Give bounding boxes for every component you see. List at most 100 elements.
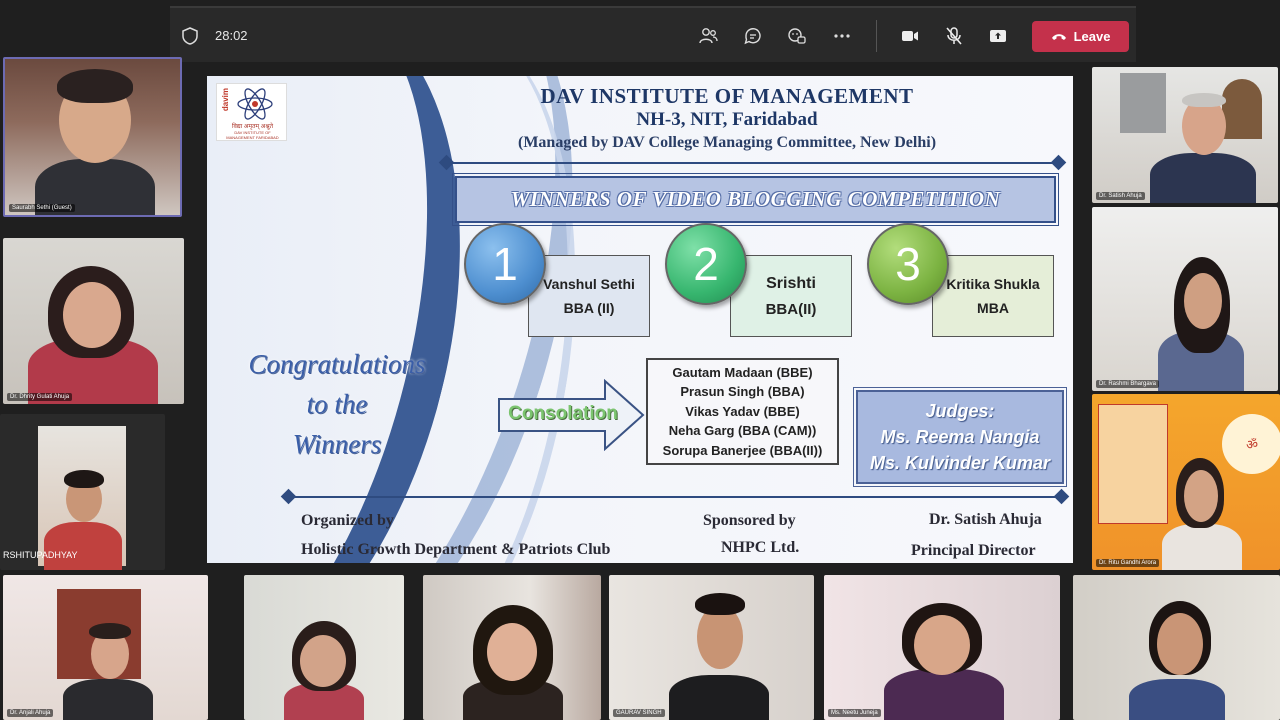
meeting-timer: 28:02 (215, 28, 248, 43)
participant-name: GAURAV SINGH (613, 709, 665, 717)
participant-face (914, 615, 970, 675)
participant-tile[interactable]: RSHITUPADHYAY (0, 414, 165, 570)
participant-face (1184, 470, 1218, 522)
camera-button[interactable] (896, 22, 924, 50)
share-button[interactable] (984, 22, 1012, 50)
participant-body (669, 675, 769, 720)
judge-name: Ms. Reema Nangia (880, 427, 1040, 447)
winner-name: Vanshul Sethi (543, 276, 635, 292)
winner-course: BBA (II) (563, 300, 615, 316)
rank-number: 2 (693, 238, 719, 290)
camera-icon (902, 31, 918, 41)
participant-name: Saurabh Sethi (Guest) (9, 204, 75, 212)
consolation-item: Prasun Singh (BBA) (680, 384, 805, 400)
participant-hair (1182, 93, 1226, 107)
winner-box-1: Vanshul Sethi BBA (II) (528, 255, 650, 337)
winners-banner-text: WINNERS OF VIDEO BLOGGING COMPETITION (510, 187, 1001, 211)
chat-button[interactable] (739, 22, 767, 50)
wall-frame (1120, 73, 1166, 133)
participant-face (63, 282, 121, 348)
participants-icon (699, 28, 718, 44)
participant-face (300, 635, 346, 687)
consolation-item: Neha Garg (BBA (CAM)) (668, 423, 817, 439)
om-symbol-icon: ॐ (1222, 414, 1280, 474)
rank-medal-1: 1 (464, 223, 546, 305)
logo-subtitle: DAV INSTITUTE OF MANAGEMENT FARIDABAD (226, 130, 279, 140)
participant-face (1184, 273, 1222, 329)
shield-icon (182, 27, 198, 45)
winner-box-2: Srishti BBA(II) (730, 255, 852, 337)
judges-title: Judges: (925, 401, 995, 421)
principal-title: Principal Director (911, 542, 1036, 559)
window-arch (1222, 79, 1262, 139)
sponsored-label: Sponsored by (703, 512, 796, 529)
meeting-toolbar: 28:02 Leave (170, 6, 1136, 62)
participant-hair (89, 623, 131, 639)
more-button[interactable] (828, 22, 856, 50)
participant-tile[interactable] (423, 575, 601, 720)
institute-name: DAV INSTITUTE OF MANAGEMENT (540, 84, 914, 108)
consolation-list: Gautam Madaan (BBE) Prasun Singh (BBA) V… (646, 358, 839, 465)
managed-by: (Managed by DAV College Managing Committ… (517, 134, 937, 151)
participant-tile[interactable]: Dr. Dhrity Gulati Ahuja (3, 238, 184, 404)
participant-tile[interactable]: Saurabh Sethi (Guest) (3, 57, 182, 217)
divider-diamond (1050, 154, 1067, 171)
leave-label: Leave (1073, 29, 1111, 44)
participant-body (44, 522, 122, 570)
phone-icon (1051, 33, 1066, 40)
leave-button[interactable]: Leave (1032, 21, 1129, 52)
congrats-line-2: to the (306, 389, 368, 419)
participant-body (63, 679, 153, 720)
top-divider (447, 162, 1059, 164)
rank-number: 3 (895, 238, 921, 290)
consolation-item: Vikas Yadav (BBE) (685, 403, 800, 419)
mic-off-icon (946, 27, 962, 45)
participant-tile[interactable]: Dr. Anjali Ahuja (3, 575, 208, 720)
bottom-divider (291, 496, 1061, 498)
institute-logo: davim विद्या अमृतम् अश्नुते DAV INSTITUT… (216, 83, 287, 141)
logo-brand: davim (221, 88, 230, 112)
congrats-line-3: Winners (292, 429, 382, 459)
winner-course: BBA(II) (765, 300, 817, 318)
reactions-icon (788, 28, 806, 44)
divider-diamond (1053, 488, 1070, 505)
participant-body (1150, 153, 1256, 203)
participant-face (1157, 613, 1203, 675)
participant-tile[interactable]: GAURAV SINGH (609, 575, 814, 720)
meeting-stage: 28:02 Leave Saurabh Sethi (Guest) Dr. Dh… (0, 0, 1280, 720)
participant-name: RSHITUPADHYAY (3, 550, 78, 560)
shared-presentation-slide: davim विद्या अमृतम् अश्नुते DAV INSTITUT… (207, 76, 1073, 563)
rank-medal-2: 2 (665, 223, 747, 305)
consolation-item: Gautam Madaan (BBE) (672, 364, 813, 380)
reactions-button[interactable] (783, 22, 811, 50)
toolbar-divider (876, 20, 877, 52)
participant-tile[interactable]: ॐ Dr. Ritu Gandhi Arora (1092, 394, 1280, 570)
organized-label: Organized by (301, 512, 394, 529)
participant-hair (695, 593, 745, 615)
participant-tile[interactable]: Ms. Neetu Juneja (824, 575, 1060, 720)
winner-course: MBA (977, 300, 1009, 316)
participant-tile[interactable]: Dr. Satish Ahuja (1092, 67, 1278, 203)
rank-number: 1 (492, 238, 518, 290)
congrats-line-1: Congratulations (248, 349, 426, 379)
participant-tile[interactable]: Dr. Rashmi Bhargava (1092, 207, 1278, 391)
winner-box-3: Kritika Shukla MBA (932, 255, 1054, 337)
banner-backdrop (1098, 404, 1168, 524)
participants-button[interactable] (694, 22, 722, 50)
participant-body (1129, 679, 1225, 720)
consolation-item: Sorupa Banerjee (BBA(II)) (662, 442, 823, 458)
participant-name: Dr. Anjali Ahuja (7, 709, 54, 717)
atom-icon (237, 88, 273, 120)
more-icon (834, 34, 850, 38)
mic-button[interactable] (940, 22, 968, 50)
participant-face (487, 623, 537, 681)
participant-name: Dr. Satish Ahuja (1096, 192, 1145, 200)
participant-body (1162, 524, 1242, 570)
participant-hair (64, 470, 104, 488)
participant-tile[interactable] (244, 575, 404, 720)
participant-body (884, 669, 1004, 720)
judges-box: Judges: Ms. Reema Nangia Ms. Kulvinder K… (853, 387, 1067, 487)
institute-address: NH-3, NIT, Faridabad (636, 109, 818, 130)
consolation-label: Consolation (508, 403, 618, 424)
participant-tile[interactable] (1073, 575, 1280, 720)
